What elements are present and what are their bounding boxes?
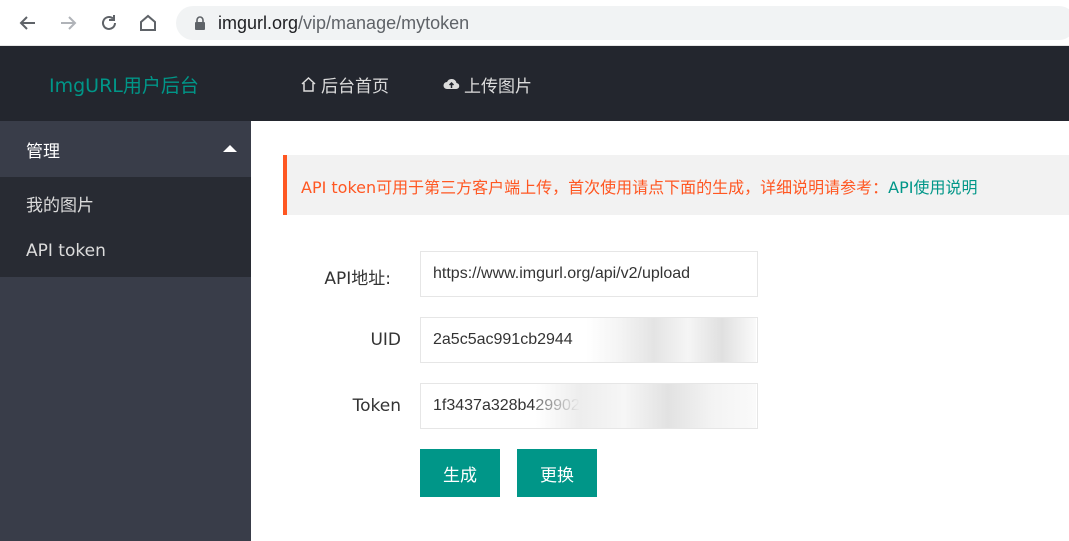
sidebar-item-label: API token	[26, 241, 106, 261]
url-text: imgurl.org/vip/manage/mytoken	[218, 13, 469, 34]
app-logo[interactable]: ImgURL用户后台	[49, 71, 199, 98]
home-page-icon[interactable]	[135, 10, 161, 36]
api-address-label: API地址:	[324, 269, 391, 289]
nav-upload[interactable]: 上传图片	[443, 72, 532, 97]
sidebar-item-label: 我的图片	[26, 196, 94, 216]
sidebar-section-title: 管理	[26, 142, 60, 162]
uid-value: 2a5c5ac991cb2944	[433, 331, 573, 348]
nav-dashboard-label: 后台首页	[321, 77, 389, 97]
token-field[interactable]: 1f3437a328b42990242c	[420, 383, 758, 429]
sidebar-item-my-images[interactable]: 我的图片	[0, 177, 251, 227]
generate-button[interactable]: 生成	[420, 449, 500, 497]
url-path: /vip/manage/mytoken	[298, 13, 470, 33]
sidebar-submenu: 我的图片 API token	[0, 177, 251, 277]
back-icon[interactable]	[15, 10, 41, 36]
browser-toolbar: imgurl.org/vip/manage/mytoken	[0, 0, 1069, 46]
uid-label: UID	[370, 330, 401, 350]
sidebar-section-manage[interactable]: 管理	[0, 121, 251, 177]
lock-icon	[195, 16, 205, 30]
notice-banner: API token可用于第三方客户端上传，首次使用请点下面的生成，详细说明请参考…	[283, 155, 1069, 215]
change-button[interactable]: 更换	[517, 449, 597, 497]
api-docs-link[interactable]: API使用说明	[888, 178, 977, 197]
app-header: ImgURL用户后台 后台首页 上传图片	[0, 46, 1069, 121]
nav-upload-label: 上传图片	[464, 77, 532, 97]
token-label: Token	[352, 396, 401, 416]
notice-text-wrap: API token可用于第三方客户端上传，首次使用请点下面的生成，详细说明请参考…	[301, 174, 977, 198]
caret-up-icon	[223, 145, 237, 152]
api-address-field[interactable]: https://www.imgurl.org/api/v2/upload	[420, 251, 758, 297]
redaction-mask	[536, 384, 756, 428]
notice-text: API token可用于第三方客户端上传，首次使用请点下面的生成，详细说明请参考…	[301, 178, 889, 197]
sidebar-item-api-token[interactable]: API token	[0, 227, 251, 277]
sidebar: 管理 我的图片 API token	[0, 121, 251, 541]
nav-dashboard[interactable]: 后台首页	[300, 72, 389, 97]
reload-icon[interactable]	[96, 10, 122, 36]
uid-field[interactable]: 2a5c5ac991cb2944	[420, 317, 758, 363]
forward-icon[interactable]	[55, 10, 81, 36]
cloud-upload-icon	[443, 78, 460, 90]
home-icon	[301, 76, 316, 92]
address-bar[interactable]: imgurl.org/vip/manage/mytoken	[176, 6, 1069, 40]
redaction-mask	[586, 318, 756, 362]
url-host: imgurl.org	[218, 13, 299, 33]
